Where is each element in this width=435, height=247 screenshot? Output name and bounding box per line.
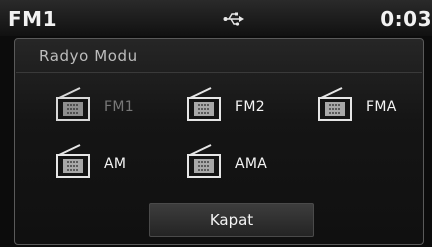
- close-button[interactable]: Kapat: [149, 203, 314, 237]
- band-button-ama[interactable]: AMA: [186, 144, 286, 178]
- band-button-fma[interactable]: FMA: [317, 87, 417, 121]
- head-unit-screen: FM1 0:03 Radyo Modu FM1 FM2 FMA AM AMA K…: [0, 0, 432, 247]
- band-label: FMA: [366, 99, 397, 115]
- band-label: AM: [104, 156, 127, 172]
- radio-mode-popup: Radyo Modu FM1 FM2 FMA AM AMA Kapat: [14, 38, 424, 245]
- clock: 0:03: [380, 7, 432, 31]
- usb-icon: [223, 11, 245, 30]
- divider: [16, 72, 422, 73]
- band-button-fm2[interactable]: FM2: [186, 87, 286, 121]
- status-bar: FM1 0:03: [0, 0, 432, 36]
- band-label: FM1: [104, 99, 134, 115]
- band-label: FM2: [235, 99, 265, 115]
- band-button-am[interactable]: AM: [55, 144, 155, 178]
- current-band-title: FM1: [8, 7, 57, 31]
- radio-icon: [318, 87, 352, 121]
- radio-icon: [187, 144, 221, 178]
- band-label: AMA: [235, 156, 268, 172]
- popup-title: Radyo Modu: [39, 47, 138, 65]
- radio-icon: [56, 87, 90, 121]
- radio-icon: [56, 144, 90, 178]
- band-button-fm1[interactable]: FM1: [55, 87, 155, 121]
- radio-icon: [187, 87, 221, 121]
